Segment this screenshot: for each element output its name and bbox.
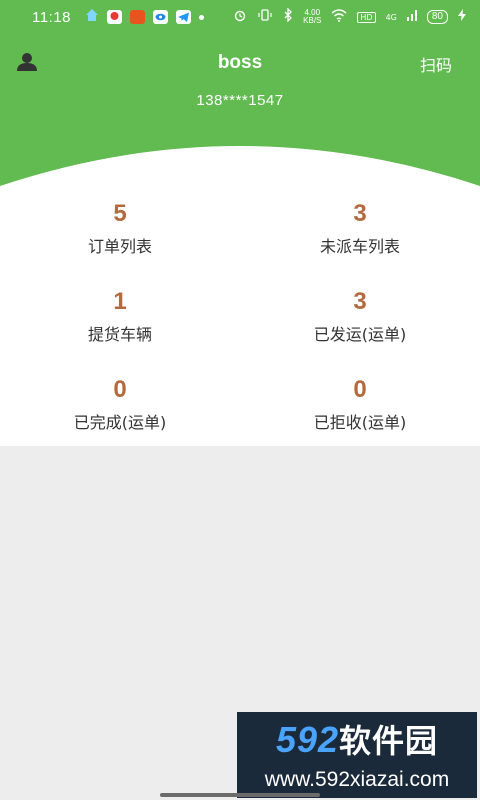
telegram-icon bbox=[175, 10, 191, 24]
stat-rejected-waybills[interactable]: 0 已拒收(运单) bbox=[260, 376, 460, 434]
home-icon bbox=[85, 8, 99, 26]
app-notification-icon bbox=[106, 10, 122, 24]
charging-icon bbox=[458, 9, 466, 25]
user-phone-number: 138****1547 bbox=[196, 92, 284, 109]
stat-value: 3 bbox=[353, 288, 367, 315]
stat-pickup-vehicles[interactable]: 1 提货车辆 bbox=[20, 288, 220, 346]
hd-badge: HD bbox=[357, 11, 376, 23]
page-title: boss bbox=[217, 52, 263, 73]
notification-icons bbox=[85, 8, 204, 26]
stat-label: 订单列表 bbox=[87, 237, 152, 256]
stat-shipped-waybills[interactable]: 3 已发运(运单) bbox=[260, 288, 460, 346]
vibrate-icon bbox=[257, 8, 273, 26]
watermark-brand-text: 软件园 bbox=[339, 723, 439, 759]
watermark-digits: 592 bbox=[275, 719, 340, 760]
signal-label: 4G bbox=[385, 12, 397, 22]
eye-icon bbox=[152, 10, 168, 24]
system-icons: 4.00 KB/S HD 4G 80 bbox=[233, 7, 466, 26]
signal-icon bbox=[406, 9, 417, 25]
battery-indicator: 80 bbox=[426, 10, 448, 24]
stat-label: 已发运(运单) bbox=[313, 325, 407, 344]
site-watermark: 592软件园 www.592xiazai.com bbox=[237, 712, 477, 798]
network-speed: 4.00 KB/S bbox=[303, 9, 321, 25]
stat-value: 0 bbox=[353, 376, 367, 403]
alarm-icon bbox=[233, 8, 247, 26]
stat-label: 已完成(运单) bbox=[73, 413, 167, 432]
status-time: 11:18 bbox=[32, 8, 71, 26]
stat-value: 3 bbox=[353, 200, 367, 227]
stat-label: 未派车列表 bbox=[319, 237, 400, 256]
watermark-url: www.592xiazai.com bbox=[264, 768, 450, 791]
stat-label: 已拒收(运单) bbox=[313, 413, 407, 432]
watermark-brand: 592软件园 bbox=[237, 718, 477, 763]
stat-value: 1 bbox=[113, 288, 127, 315]
stat-label: 提货车辆 bbox=[87, 325, 152, 344]
wifi-icon bbox=[331, 8, 347, 26]
profile-header: boss 扫码 138****1547 bbox=[0, 34, 480, 186]
network-speed-unit: KB/S bbox=[303, 16, 322, 25]
bluetooth-icon bbox=[283, 7, 293, 26]
more-notifications-dot-icon bbox=[198, 14, 204, 20]
scan-code-button[interactable]: 扫码 bbox=[420, 52, 452, 76]
stat-order-list[interactable]: 5 订单列表 bbox=[20, 200, 220, 258]
stat-value: 0 bbox=[113, 376, 127, 403]
stat-undispatched-list[interactable]: 3 未派车列表 bbox=[260, 200, 460, 258]
home-indicator[interactable] bbox=[160, 793, 320, 797]
status-bar: 11:18 4.00 KB/S HD 4G 80 bbox=[0, 0, 480, 34]
stat-completed-waybills[interactable]: 0 已完成(运单) bbox=[20, 376, 220, 434]
stat-value: 5 bbox=[113, 200, 127, 227]
taobao-icon bbox=[129, 10, 145, 24]
stats-panel: 5 订单列表 3 未派车列表 1 提货车辆 3 已发运(运单) 0 已完成(运单… bbox=[0, 186, 480, 446]
